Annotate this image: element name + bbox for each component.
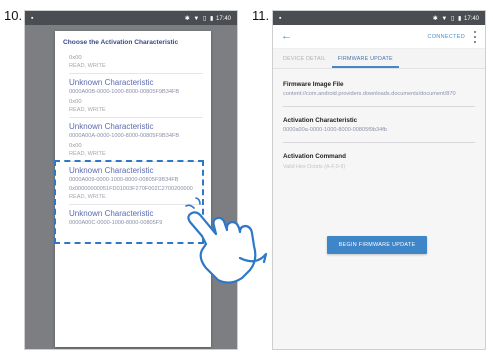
characteristic-value: 0x00 [69, 143, 82, 149]
characteristic-value: 0x00 [69, 55, 82, 61]
phone-screen-firmware-update: ▪ ✱ ▼ ▯ ▮ 17:40 ← CONNECTED DEVICE DETAI… [272, 10, 486, 350]
characteristic-item[interactable]: 0x00 READ, WRITE [69, 54, 203, 75]
characteristic-properties: READ, WRITE [69, 63, 106, 69]
arrow-left-icon[interactable]: ← [281, 31, 292, 42]
more-vert-icon[interactable] [473, 30, 477, 43]
divider [283, 142, 475, 143]
app-notification-icon: ▪ [31, 14, 34, 22]
activation-characteristic-value: 0000a00a-0000-1000-8000-00805f9b34fb [283, 127, 387, 133]
status-bar: ▪ ✱ ▼ ▯ ▮ 17:40 [25, 11, 237, 25]
firmware-file-section[interactable]: Firmware Image File content://com.androi… [283, 81, 475, 98]
status-bar: ▪ ✱ ▼ ▯ ▮ 17:40 [273, 11, 485, 25]
activation-characteristic-label: Activation Characteristic [283, 117, 358, 124]
firmware-file-value: content://com.android.providers.download… [283, 91, 456, 97]
connection-status[interactable]: CONNECTED [427, 34, 465, 40]
characteristic-item[interactable]: Unknown Characteristic 0000A00B-0000-100… [69, 78, 203, 119]
divider [69, 73, 203, 74]
status-time: 17:40 [215, 15, 231, 22]
tab-firmware-update[interactable]: FIRMWARE UPDATE [331, 56, 399, 68]
dialog-title: Choose the Activation Characteristic [63, 39, 179, 46]
hand-pointer-icon [185, 197, 268, 284]
characteristic-properties: READ, WRITE [69, 151, 106, 157]
status-time: 17:40 [463, 15, 479, 22]
step-number-11: 11. [252, 8, 270, 23]
characteristic-uuid: 0000A00A-0000-1000-8000-00805F9B34FB [69, 133, 180, 139]
characteristic-uuid: 0000A00B-0000-1000-8000-00805F9B34FB [69, 89, 180, 95]
app-notification-icon: ▪ [279, 14, 282, 22]
characteristic-name: Unknown Characteristic [69, 78, 154, 87]
firmware-file-label: Firmware Image File [283, 81, 344, 88]
characteristic-name: Unknown Characteristic [69, 122, 154, 131]
characteristic-properties: READ, WRITE [69, 107, 106, 113]
activation-command-section: Activation Command Valid Hex Octets (A-F… [283, 153, 475, 170]
status-icons: ✱ ▼ ▯ ▮ [432, 15, 463, 22]
activation-characteristic-section[interactable]: Activation Characteristic 0000a00a-0000-… [283, 117, 475, 134]
divider [69, 117, 203, 118]
tab-bar: DEVICE DETAIL FIRMWARE UPDATE [273, 49, 485, 69]
activation-command-input[interactable]: Valid Hex Octets (A-F,0-9) [283, 164, 475, 170]
divider [283, 106, 475, 107]
firmware-update-content: Firmware Image File content://com.androi… [273, 69, 485, 349]
characteristic-item-selected[interactable]: Unknown Characteristic 0000A00A-0000-100… [69, 122, 203, 163]
begin-firmware-update-button[interactable]: BEGIN FIRMWARE UPDATE [327, 236, 427, 254]
tab-device-detail[interactable]: DEVICE DETAIL [277, 56, 332, 68]
status-icons: ✱ ▼ ▯ ▮ [184, 15, 215, 22]
activation-command-label: Activation Command [283, 153, 346, 160]
app-bar: ← CONNECTED [273, 25, 485, 49]
characteristic-value: 0x00 [69, 99, 82, 105]
step-number-10: 10. [4, 8, 23, 23]
